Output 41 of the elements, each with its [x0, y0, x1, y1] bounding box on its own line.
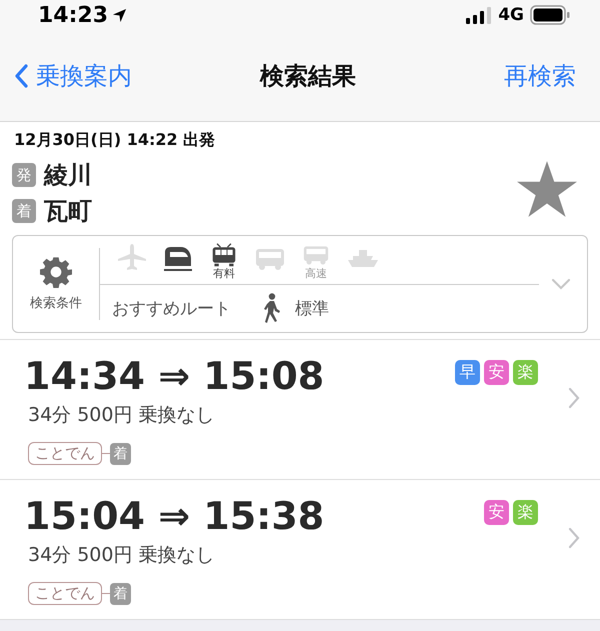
walking-person-icon — [261, 293, 281, 323]
star-icon[interactable] — [516, 160, 578, 218]
network-label: 4G — [498, 5, 524, 25]
route-badge: 楽 — [513, 500, 538, 525]
from-tag: 発 — [12, 163, 36, 187]
route-badge: 安 — [484, 360, 509, 385]
route-badge: 安 — [484, 500, 509, 525]
location-arrow-icon — [112, 8, 128, 22]
arrival-tag: 着 — [110, 442, 131, 464]
destination-station: 瓦町 — [44, 196, 92, 227]
mode-label: 有料 — [213, 268, 235, 280]
screen-title: 検索結果 — [260, 60, 356, 92]
origin-station: 綾川 — [44, 160, 92, 191]
battery-icon — [530, 5, 570, 25]
route-times: 14:34 ⇒ 15:08 — [24, 354, 326, 398]
research-button[interactable]: 再検索 — [504, 60, 576, 92]
signal-icon — [466, 6, 492, 24]
route-row[interactable]: 15:04 ⇒ 15:38 34分 500円 乗換なし ことでん 着 安 楽 — [0, 480, 600, 620]
clock: 14:23 — [38, 2, 108, 28]
chevron-right-icon — [568, 526, 580, 548]
route-summary: 34分 500円 乗換なし — [28, 403, 216, 428]
mode-label: 高速 — [305, 268, 327, 280]
route-summary: 34分 500円 乗換なし — [28, 543, 216, 568]
walk-speed: 標準 — [295, 298, 329, 320]
to-tag: 着 — [12, 199, 36, 223]
line-name: ことでん — [28, 442, 102, 465]
conditions-panel[interactable]: 検索条件 有料 高速 おすすめルート 標準 — [12, 235, 588, 333]
route-row[interactable]: 14:34 ⇒ 15:08 34分 500円 乗換なし ことでん 着 早 安 楽 — [0, 340, 600, 480]
route-times: 15:04 ⇒ 15:38 — [24, 494, 326, 538]
line-name: ことでん — [28, 582, 102, 605]
chevron-down-icon — [551, 278, 571, 290]
sort-option: おすすめルート — [112, 296, 231, 320]
route-badge: 楽 — [513, 360, 538, 385]
departure-time: 12月30日(日) 14:22 出発 — [14, 130, 216, 151]
arrival-tag: 着 — [110, 582, 131, 604]
chevron-right-icon — [568, 386, 580, 408]
gear-icon — [40, 256, 72, 288]
conditions-label: 検索条件 — [30, 295, 82, 312]
back-button[interactable]: 乗換案内 — [14, 60, 132, 92]
route-badge: 早 — [455, 360, 480, 385]
back-chevron-icon — [14, 64, 28, 88]
